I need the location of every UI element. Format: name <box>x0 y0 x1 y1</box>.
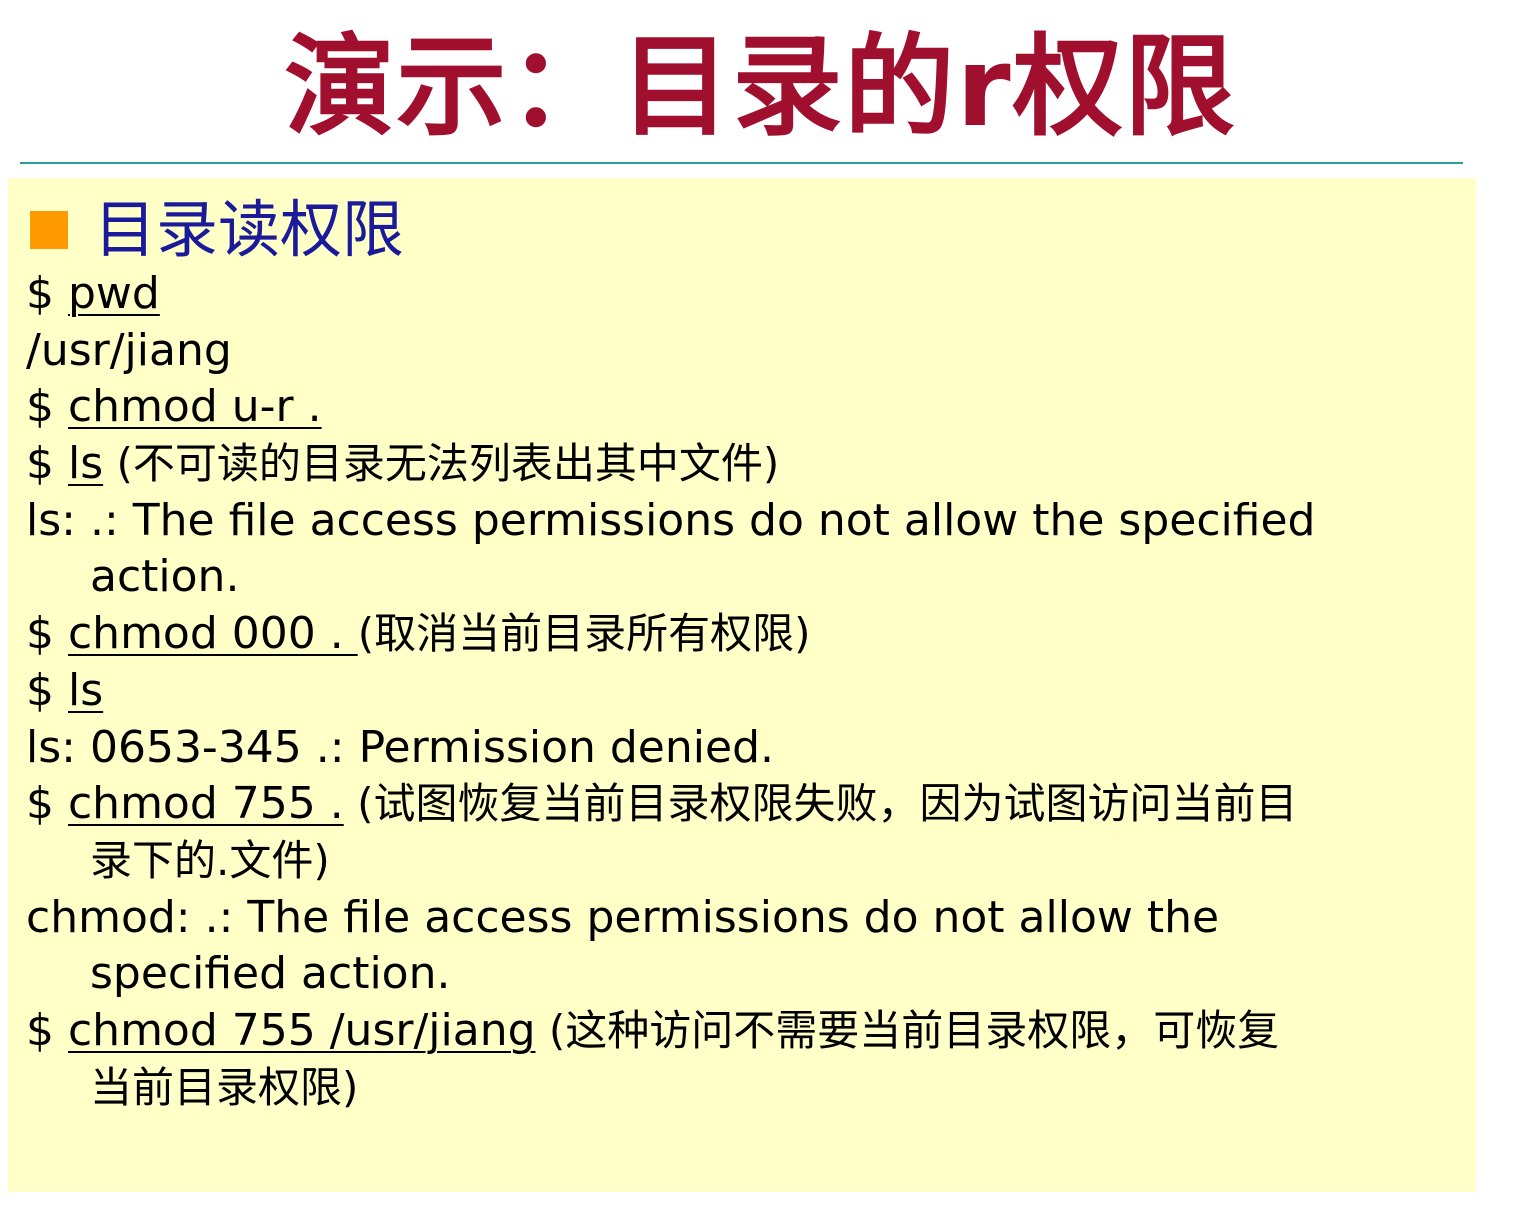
title-divider <box>20 162 1463 164</box>
command-text: ls <box>67 438 104 490</box>
annotation-note-continued: 录下的.文件) <box>90 835 330 885</box>
command-text: chmod 755 . <box>67 778 344 830</box>
transcript-line: $ chmod u-r . <box>26 379 1466 436</box>
output-line: ls: .: The file access permissions do no… <box>26 494 1316 546</box>
prompt: $ <box>26 608 68 660</box>
output-line: ls: 0653-345 .: Permission denied. <box>26 721 774 773</box>
prompt: $ <box>26 381 68 433</box>
command-text: pwd <box>67 268 160 319</box>
transcript-line: $ pwd <box>26 266 1466 323</box>
annotation-note: (取消当前目录所有权限) <box>357 609 811 659</box>
terminal-transcript: $ pwd /usr/jiang $ chmod u-r . $ ls (不可读… <box>26 266 1466 1116</box>
command-text: chmod 000 . <box>67 608 358 660</box>
transcript-line: $ ls (不可读的目录无法列表出其中文件) <box>26 436 1466 493</box>
output-line-continued: specified action. <box>90 948 451 1000</box>
output-line: chmod: .: The file access permissions do… <box>26 891 1220 943</box>
prompt: $ <box>26 438 68 490</box>
command-text: chmod u-r . <box>67 381 322 433</box>
command-text: ls <box>67 664 104 716</box>
output-line: /usr/jiang <box>26 324 232 376</box>
prompt: $ <box>26 268 68 319</box>
annotation-note: (不可读的目录无法列表出其中文件) <box>103 439 780 489</box>
transcript-line: $ chmod 755 /usr/jiang (这种访问不需要当前目录权限，可恢… <box>26 1003 1466 1060</box>
annotation-note-continued: 当前目录权限) <box>90 1062 359 1112</box>
page-title: 演示：目录的r权限 <box>284 23 1237 151</box>
annotation-note: (这种访问不需要当前目录权限，可恢复 <box>535 1005 1280 1055</box>
prompt: $ <box>26 664 68 716</box>
prompt: $ <box>26 778 68 830</box>
transcript-line: $ chmod 755 . (试图恢复当前目录权限失败，因为试图访问当前目 <box>26 776 1466 833</box>
transcript-line: $ chmod 000 . (取消当前目录所有权限) <box>26 606 1466 663</box>
command-text: chmod 755 /usr/jiang <box>67 1004 536 1056</box>
section-heading: 目录读权限 <box>22 190 404 270</box>
square-bullet-icon <box>30 211 68 249</box>
prompt: $ <box>26 1004 68 1056</box>
output-line-continued: action. <box>90 551 240 603</box>
transcript-line: $ ls <box>26 663 1466 720</box>
section-heading-text: 目录读权限 <box>94 193 405 266</box>
annotation-note: (试图恢复当前目录权限失败，因为试图访问当前目 <box>343 779 1298 829</box>
